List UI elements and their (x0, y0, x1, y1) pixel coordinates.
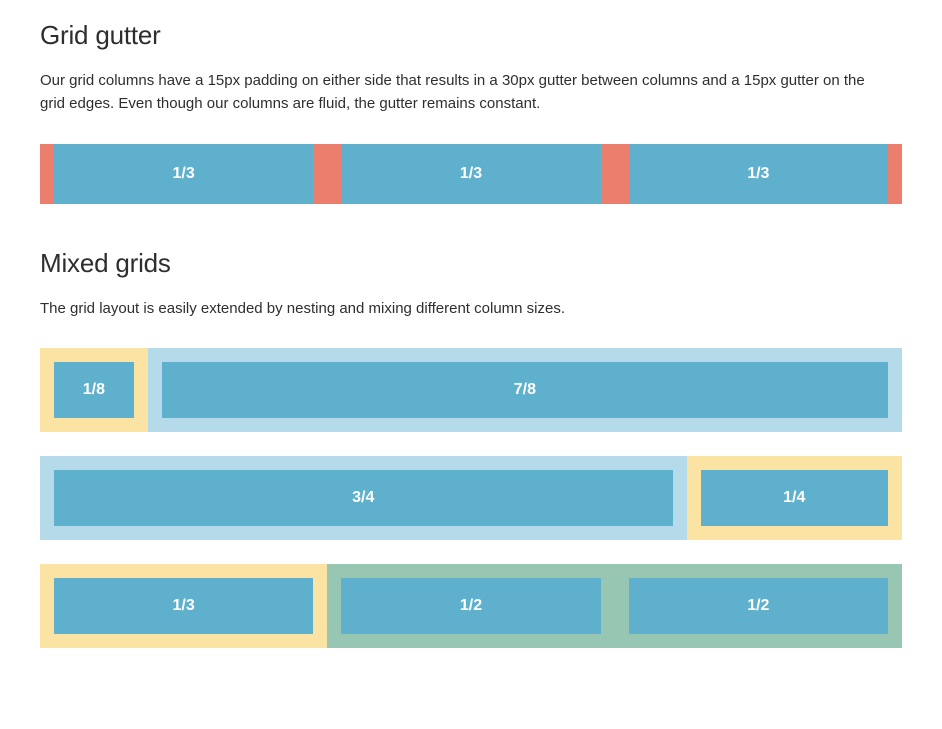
col-label: 7/8 (162, 362, 888, 418)
heading-grid-gutter: Grid gutter (40, 20, 902, 51)
description-mixed-grids: The grid layout is easily extended by ne… (40, 297, 890, 320)
col-wrap-1-3: 1/3 (40, 564, 327, 648)
col-label: 3/4 (54, 470, 673, 526)
gutter-demo-row: 1/3 1/3 1/3 (40, 144, 902, 204)
col-label: 1/2 (629, 578, 888, 634)
col-label: 1/3 (54, 578, 313, 634)
section-mixed-grids: Mixed grids The grid layout is easily ex… (40, 248, 902, 648)
mixed-row-3: 1/3 1/2 1/2 (40, 564, 902, 648)
col-label: 1/8 (54, 362, 134, 418)
description-grid-gutter: Our grid columns have a 15px padding on … (40, 69, 890, 116)
col-wrap-7-8: 7/8 (148, 348, 902, 432)
mixed-row-1: 1/8 7/8 (40, 348, 902, 432)
col-wrap-1-4: 1/4 (687, 456, 903, 540)
col-wrap-nested-2-3: 1/2 1/2 (327, 564, 902, 648)
gutter-col: 1/3 (341, 144, 600, 204)
mixed-row-2: 3/4 1/4 (40, 456, 902, 540)
section-grid-gutter: Grid gutter Our grid columns have a 15px… (40, 20, 902, 204)
col-wrap-3-4: 3/4 (40, 456, 687, 540)
col-wrap-1-8: 1/8 (40, 348, 148, 432)
gutter-col: 1/3 (54, 144, 313, 204)
gutter-col: 1/3 (629, 144, 888, 204)
col-label: 1/2 (341, 578, 600, 634)
col-label: 1/4 (701, 470, 889, 526)
heading-mixed-grids: Mixed grids (40, 248, 902, 279)
